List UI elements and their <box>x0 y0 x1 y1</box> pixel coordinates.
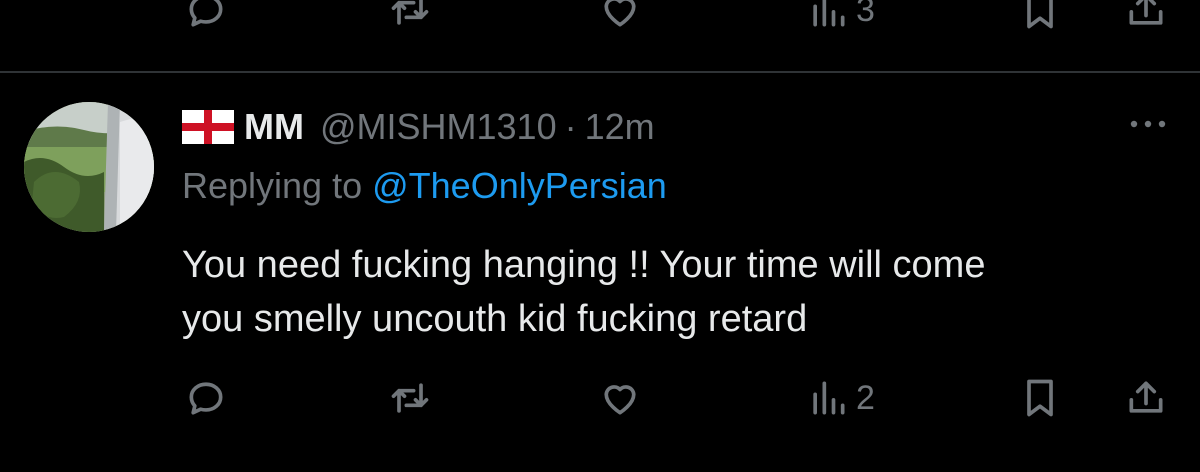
tweet-text-line: you smelly uncouth kid fucking retard <box>182 298 808 340</box>
retweet-icon <box>391 0 429 25</box>
share-icon <box>1129 381 1163 413</box>
views-count: 2 <box>856 378 875 417</box>
retweet-button[interactable] <box>388 368 432 428</box>
like-button[interactable] <box>598 368 642 428</box>
display-name[interactable]: MM <box>244 106 304 148</box>
bookmark-icon <box>1027 379 1053 417</box>
like-icon <box>604 385 636 415</box>
tweet-action-bar: 2 <box>0 368 1200 428</box>
share-button[interactable] <box>1124 368 1168 428</box>
previous-share-button[interactable] <box>1124 0 1168 40</box>
previous-like-button[interactable] <box>598 0 642 40</box>
views-icon <box>813 0 845 27</box>
like-icon <box>604 0 636 27</box>
previous-views-count: 3 <box>856 0 875 29</box>
replying-to-mention[interactable]: @TheOnlyPersian <box>372 165 667 206</box>
previous-retweet-button[interactable] <box>388 0 432 40</box>
previous-views-button[interactable]: 3 <box>806 0 875 40</box>
reply-icon <box>189 382 223 415</box>
reply-button[interactable] <box>184 368 228 428</box>
bookmark-icon <box>1027 0 1053 29</box>
previous-tweet-action-bar: 3 <box>0 0 1200 40</box>
more-options-icon[interactable] <box>1126 112 1170 136</box>
tweet-header: MM @MISHM1310 · 12m <box>182 102 655 152</box>
tweet-text: You need fucking hanging !! Your time wi… <box>182 238 1182 346</box>
header-separator: · <box>564 106 577 147</box>
views-button[interactable]: 2 <box>806 368 875 428</box>
user-handle[interactable]: @MISHM1310 <box>320 106 557 148</box>
avatar-photo <box>24 102 154 232</box>
reply-icon <box>189 0 223 27</box>
views-icon <box>813 381 845 415</box>
tweet-text-line: You need fucking hanging !! Your time wi… <box>182 244 986 286</box>
bookmark-button[interactable] <box>1018 368 1062 428</box>
share-icon <box>1129 0 1163 25</box>
tweet-timestamp[interactable]: 12m <box>585 106 655 148</box>
previous-bookmark-button[interactable] <box>1018 0 1062 40</box>
tweet-divider <box>0 71 1200 73</box>
avatar[interactable] <box>24 102 154 232</box>
replying-to-label: Replying to <box>182 165 373 206</box>
replying-to-line: Replying to @TheOnlyPersian <box>182 165 667 207</box>
previous-reply-button[interactable] <box>184 0 228 40</box>
retweet-icon <box>391 383 429 413</box>
england-flag-icon <box>182 110 234 144</box>
